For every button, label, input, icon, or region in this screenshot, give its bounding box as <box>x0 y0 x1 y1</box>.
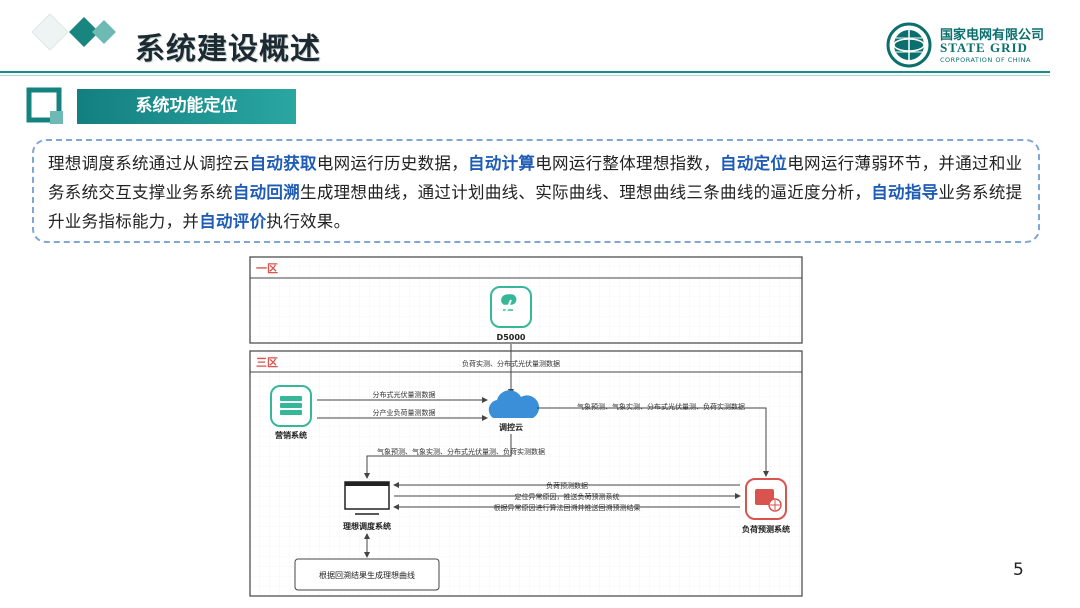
zone3-label: 三区 <box>256 356 278 369</box>
marketing-label: 营销系统 <box>275 430 307 440</box>
flow-cloud-ideal: 气象预测、气象实测、分布式光伏量测、负荷实测数据 <box>377 447 545 456</box>
intro-text: 生成理想曲线，通过计划曲线、实际曲线、理想曲线三条曲线的逼近度分析， <box>300 183 872 202</box>
cloud-label: 调控云 <box>499 422 523 432</box>
ideal-dispatch-node <box>344 481 390 515</box>
page-title: 系统建设概述 <box>135 32 321 67</box>
page-number: 5 <box>1013 560 1024 580</box>
section-square-icon <box>26 87 63 124</box>
intro-text: 理想调度系统通过从调控云 <box>48 154 250 173</box>
result-box-label: 根据回溯结果生成理想曲线 <box>319 570 415 580</box>
title-divider <box>0 71 1050 73</box>
marketing-node <box>270 385 312 427</box>
architecture-diagram: 一区 三区 D5000 负荷实测、分布式光伏量测数据 调控云 营销系统 分布式光… <box>249 256 803 597</box>
title-divider-thin <box>0 75 1050 76</box>
state-grid-emblem-icon <box>886 22 932 68</box>
forecast-label: 负荷预测系统 <box>742 524 790 534</box>
intro-text: 电网运行历史数据， <box>316 154 469 173</box>
section-title: 系统功能定位 <box>77 89 296 124</box>
intro-highlight: 自动评价 <box>199 212 267 231</box>
d5000-node <box>490 286 532 328</box>
intro-highlight: 自动计算 <box>468 154 536 173</box>
state-grid-logo: 国家电网有限公司 STATE GRID CORPORATION OF CHINA <box>884 20 1049 70</box>
flow-forecast-2: 定位异常原因，推送负荷预测系统 <box>515 492 620 501</box>
intro-highlight: 自动指导 <box>871 183 939 202</box>
intro-text: 执行效果。 <box>266 212 351 231</box>
ideal-label: 理想调度系统 <box>343 521 391 531</box>
logo-en-line1: STATE GRID <box>940 40 1028 55</box>
intro-highlight: 自动获取 <box>249 154 317 173</box>
logo-en-line2: CORPORATION OF CHINA <box>940 56 1031 64</box>
header-decoration <box>31 13 116 51</box>
intro-paragraph: 理想调度系统通过从调控云自动获取电网运行历史数据，自动计算电网运行整体理想指数，… <box>32 139 1040 243</box>
intro-text: 电网运行整体理想指数， <box>535 154 721 173</box>
flow-mkt-2: 分产业负荷量测数据 <box>373 408 436 417</box>
forecast-node <box>745 478 787 520</box>
flow-mkt-1: 分布式光伏量测数据 <box>373 390 436 399</box>
intro-highlight: 自动回溯 <box>232 183 301 202</box>
d5000-label: D5000 <box>497 333 526 342</box>
flow-forecast-3: 根据异常原因进行算法回溯并推送回溯预测结果 <box>494 503 641 512</box>
zone1-label: 一区 <box>256 262 278 275</box>
flow-d5000-cloud: 负荷实测、分布式光伏量测数据 <box>462 359 560 368</box>
flow-forecast-1: 负荷预测数据 <box>546 481 588 490</box>
flow-cloud-forecast: 气象预测、气象实测、分布式光伏量测、负荷实测数据 <box>577 402 745 411</box>
intro-highlight: 自动定位 <box>720 154 788 173</box>
